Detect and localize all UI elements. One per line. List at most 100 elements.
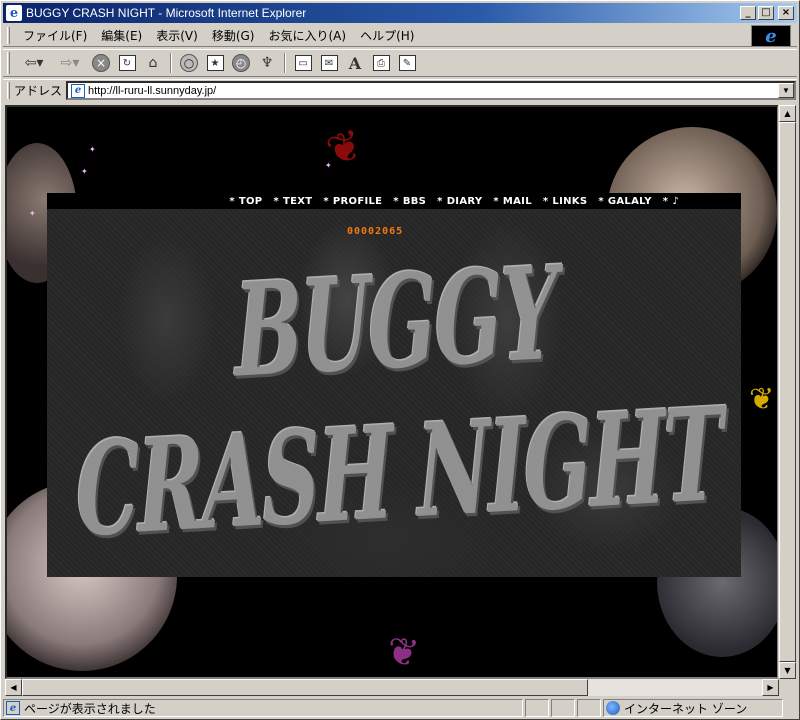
window-controls: _ □ × — [740, 6, 794, 20]
favorites-button[interactable]: ★ — [203, 52, 227, 74]
address-input[interactable]: e http://ll-ruru-ll.sunnyday.jp/ ▼ — [66, 81, 797, 100]
vertical-scroll-thumb[interactable] — [779, 122, 796, 662]
menu-edit[interactable]: 編集(E) — [94, 25, 149, 46]
history-icon: ◴ — [232, 54, 250, 72]
nav-label: DIARY — [446, 195, 483, 207]
address-url[interactable]: http://ll-ruru-ll.sunnyday.jp/ — [88, 85, 216, 97]
home-button[interactable]: ⌂ — [141, 52, 165, 74]
forward-icon: ⇨▾ — [60, 55, 80, 71]
forward-button[interactable]: ⇨▾ — [53, 52, 87, 74]
music-note-icon: ♪ — [672, 195, 679, 207]
status-bar: e ページが表示されました インターネット ゾーン — [3, 698, 797, 718]
refresh-icon: ↻ — [118, 55, 136, 71]
refresh-button[interactable]: ↻ — [115, 52, 139, 74]
search-button[interactable]: ○ — [177, 52, 201, 74]
menu-file[interactable]: ファイル(F) — [16, 25, 94, 46]
toolbar-separator — [170, 53, 172, 73]
security-zone-label: インターネット ゾーン — [624, 701, 748, 716]
nav-top[interactable]: * TOP — [229, 196, 262, 207]
font-icon: A — [348, 53, 362, 73]
nav-label: GALALY — [607, 195, 652, 207]
nav-bullet: * — [323, 195, 329, 207]
addressbar-grip[interactable] — [7, 82, 10, 99]
address-bar: アドレス e http://ll-ruru-ll.sunnyday.jp/ ▼ — [3, 79, 797, 101]
nav-label: MAIL — [502, 195, 532, 207]
site-nav: * TOP * TEXT * PROFILE * BBS * DIARY * MAIL * L… — [47, 193, 741, 209]
edit-button[interactable]: ✎ — [395, 52, 419, 74]
standard-toolbar: ⇦▾ ⇨▾ × ↻ ⌂ ○ ★ ◴ ♆ ▭ ✉ A ⎙ ✎ — [3, 49, 797, 77]
nav-profile[interactable]: * PROFILE — [323, 196, 382, 207]
menu-help[interactable]: ヘルプ(H) — [353, 25, 421, 46]
purple-butterfly-icon: ❦ — [384, 627, 422, 677]
nav-label: PROFILE — [332, 195, 383, 207]
font-button[interactable]: A — [343, 52, 367, 74]
internet-zone-icon — [606, 701, 620, 715]
nav-bullet: * — [662, 195, 669, 207]
toolbar-grip[interactable] — [7, 52, 10, 74]
page-done-icon: e — [6, 701, 20, 715]
back-button[interactable]: ⇦▾ — [17, 52, 51, 74]
ie-logo-icon: e — [765, 25, 777, 47]
sparkle-icon: ✦ — [29, 209, 36, 218]
minimize-button[interactable]: _ — [740, 6, 756, 20]
maximize-button[interactable]: □ — [758, 6, 774, 20]
stop-button[interactable]: × — [89, 52, 113, 74]
menu-bar: ファイル(F) 編集(E) 表示(V) 移動(G) お気に入り(A) ヘルプ(H… — [3, 25, 797, 47]
scrollbar-corner — [779, 679, 796, 696]
mail-button[interactable]: ✉ — [317, 52, 341, 74]
print-icon: ⎙ — [372, 55, 390, 71]
fullscreen-button[interactable]: ▭ — [291, 52, 315, 74]
horizontal-scroll-thumb[interactable] — [22, 679, 588, 696]
scroll-up-button[interactable]: ▲ — [779, 105, 796, 122]
search-icon: ○ — [180, 54, 198, 72]
nav-mail[interactable]: * MAIL — [493, 196, 532, 207]
nav-bbs[interactable]: * BBS — [393, 196, 426, 207]
ie-app-icon[interactable]: e — [6, 5, 22, 21]
nav-galaly[interactable]: * GALALY — [598, 196, 651, 207]
page-viewport[interactable]: ✦ ✦ ✦ ✦ ❦ ❦ ❦ BUGGY CRASH NIGHT * TOP * TE… — [5, 105, 779, 679]
main-banner: BUGGY CRASH NIGHT * TOP * TEXT * PROFILE * B… — [47, 193, 741, 577]
print-button[interactable]: ⎙ — [369, 52, 393, 74]
nav-bullet: * — [542, 195, 549, 207]
window-title: BUGGY CRASH NIGHT - Microsoft Internet E… — [26, 6, 307, 20]
nav-bullet: * — [437, 195, 443, 207]
scroll-left-button[interactable]: ◀ — [5, 679, 22, 696]
channels-button[interactable]: ♆ — [255, 52, 279, 74]
address-label: アドレス — [14, 84, 63, 98]
address-dropdown-button[interactable]: ▼ — [778, 83, 795, 98]
nav-text[interactable]: * TEXT — [273, 196, 312, 207]
menubar-grip[interactable] — [7, 27, 10, 44]
back-icon: ⇦▾ — [24, 55, 44, 71]
stop-icon: × — [92, 54, 110, 72]
ie-throbber-logo: e — [751, 25, 791, 47]
home-icon: ⌂ — [148, 55, 158, 71]
favorites-icon: ★ — [206, 55, 224, 71]
mail-icon: ✉ — [320, 55, 338, 71]
history-button[interactable]: ◴ — [229, 52, 253, 74]
horizontal-scrollbar[interactable]: ◀ ▶ — [5, 679, 779, 696]
status-pane-progress — [525, 699, 549, 717]
fullscreen-icon: ▭ — [294, 55, 312, 71]
scroll-down-button[interactable]: ▼ — [779, 662, 796, 679]
nav-bullet: * — [229, 195, 235, 207]
visitor-counter: 00002065 — [347, 226, 404, 237]
site-logo: BUGGY CRASH NIGHT — [74, 237, 723, 566]
scroll-right-button[interactable]: ▶ — [762, 679, 779, 696]
menu-view[interactable]: 表示(V) — [149, 25, 205, 46]
nav-bullet: * — [598, 195, 604, 207]
menu-go[interactable]: 移動(G) — [205, 25, 262, 46]
status-pane-offline — [577, 699, 601, 717]
nav-music[interactable]: * ♪ — [663, 196, 679, 207]
nav-label: TEXT — [282, 195, 313, 207]
nav-diary[interactable]: * DIARY — [437, 196, 482, 207]
sparkle-icon: ✦ — [81, 167, 88, 176]
browser-window: e BUGGY CRASH NIGHT - Microsoft Internet… — [0, 0, 800, 720]
nav-links[interactable]: * LINKS — [543, 196, 587, 207]
page-icon: e — [71, 83, 86, 98]
vertical-scrollbar[interactable]: ▲ ▼ — [778, 105, 796, 679]
status-message: ページが表示されました — [24, 701, 156, 716]
title-bar[interactable]: e BUGGY CRASH NIGHT - Microsoft Internet… — [3, 3, 797, 23]
close-button[interactable]: × — [778, 6, 794, 20]
channels-icon: ♆ — [260, 55, 274, 71]
menu-favorites[interactable]: お気に入り(A) — [261, 25, 353, 46]
